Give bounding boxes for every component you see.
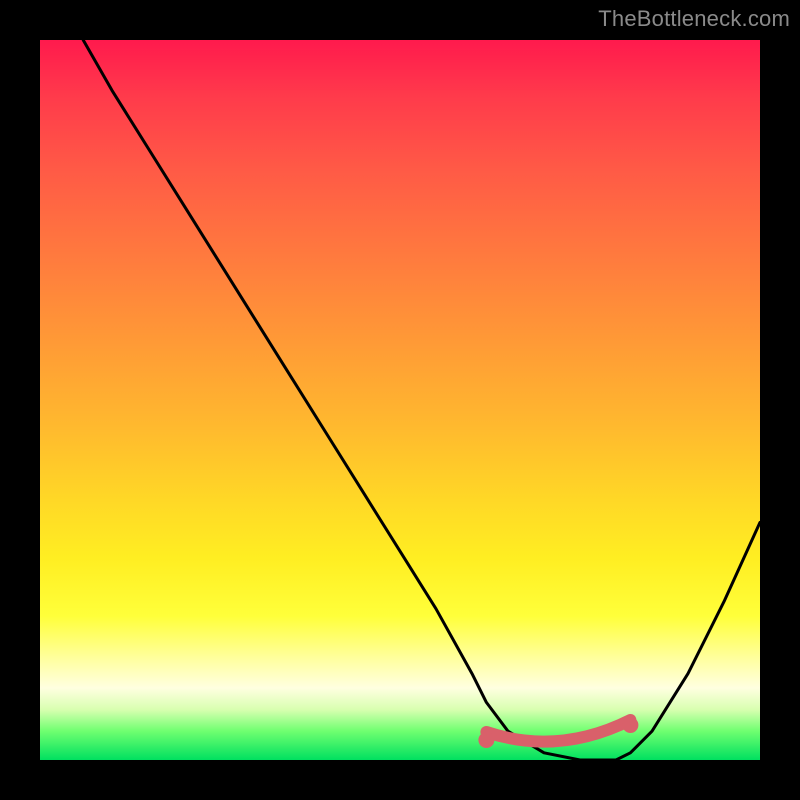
plot-area [40, 40, 760, 760]
optimal-band-start-dot [478, 732, 494, 748]
bottleneck-curve [83, 40, 760, 760]
chart-frame: TheBottleneck.com [0, 0, 800, 800]
optimal-band-end-dot [622, 717, 638, 733]
curve-layer [40, 40, 760, 760]
watermark-text: TheBottleneck.com [598, 6, 790, 32]
